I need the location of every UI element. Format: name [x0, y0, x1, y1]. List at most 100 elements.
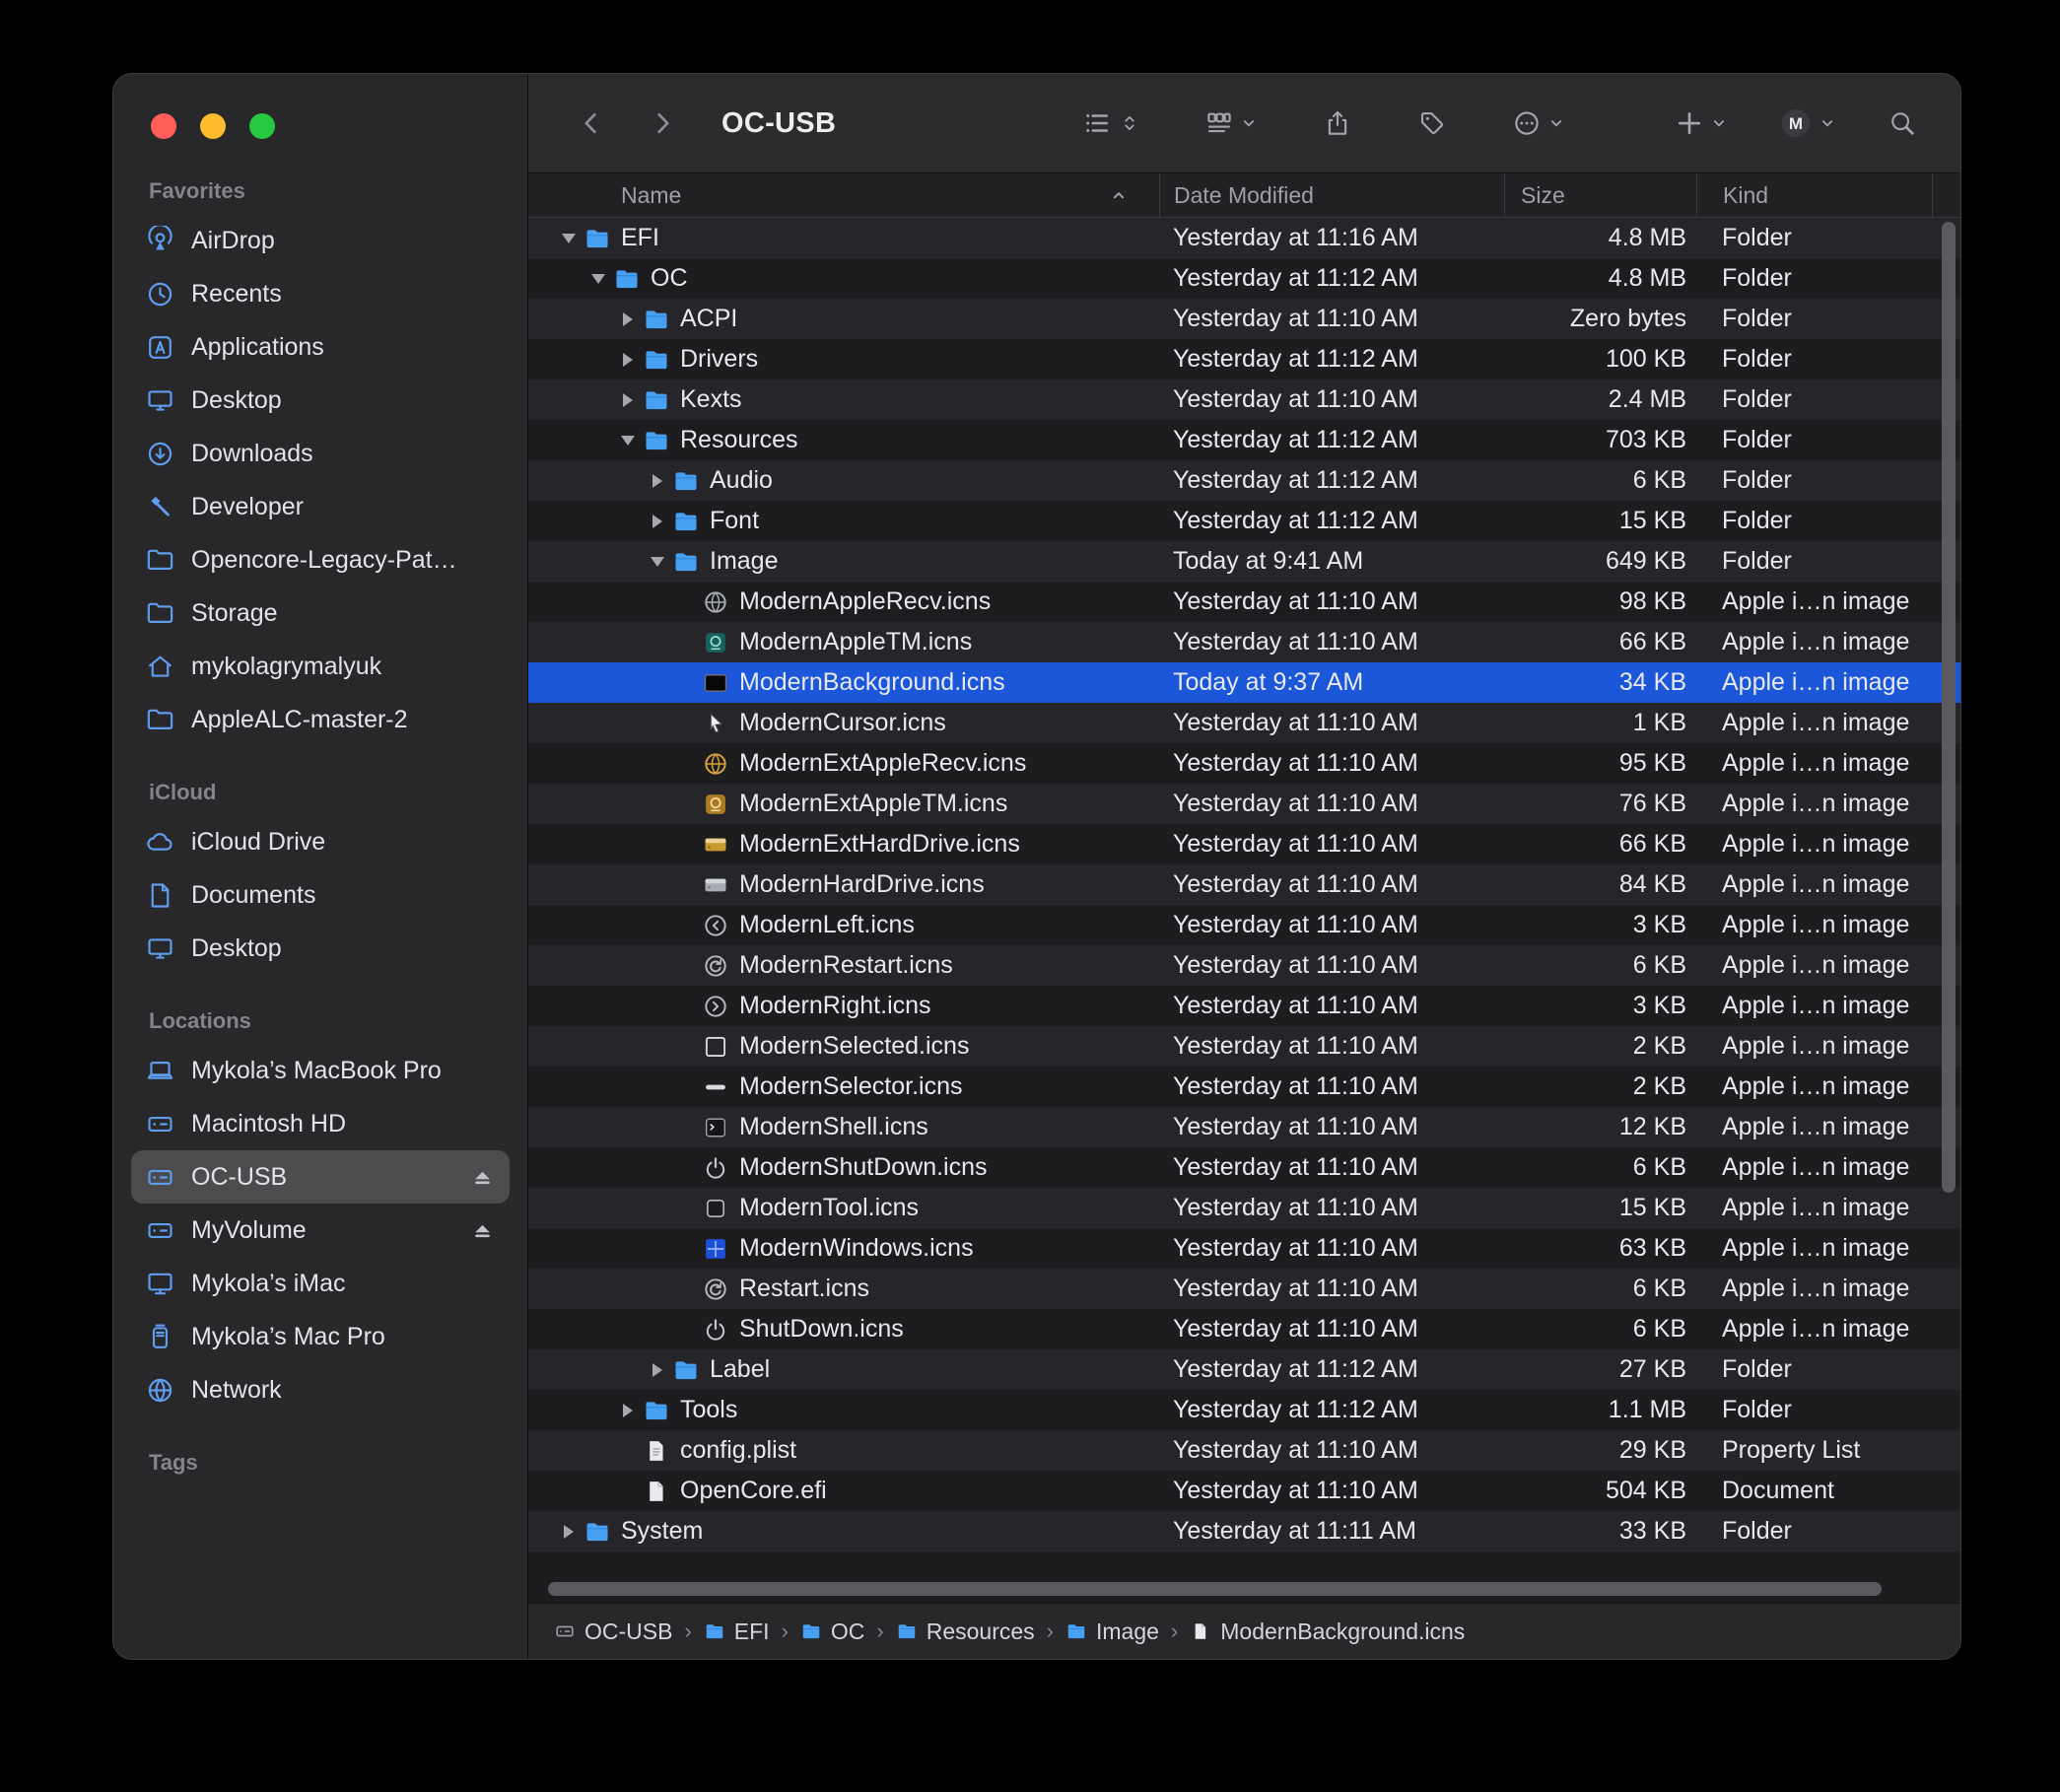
- file-row-modernshutdown-icns[interactable]: ModernShutDown.icnsYesterday at 11:10 AM…: [528, 1147, 1960, 1188]
- file-name-cell: ModernRight.icns: [528, 992, 1159, 1021]
- forward-button[interactable]: [649, 106, 676, 140]
- disclosure-closed-icon[interactable]: [613, 345, 643, 375]
- file-row-modernshell-icns[interactable]: ModernShell.icnsYesterday at 11:10 AM12 …: [528, 1107, 1960, 1147]
- file-row-restart-icns[interactable]: Restart.icnsYesterday at 11:10 AM6 KBApp…: [528, 1269, 1960, 1309]
- disclosure-closed-icon[interactable]: [613, 385, 643, 415]
- sidebar-item-mykola-s-macbook-pro[interactable]: Mykola’s MacBook Pro: [131, 1044, 510, 1097]
- file-row-system[interactable]: SystemYesterday at 11:11 AM33 KBFolder: [528, 1511, 1960, 1551]
- disclosure-closed-icon[interactable]: [643, 466, 672, 496]
- file-row-modernapplerecv-icns[interactable]: ModernAppleRecv.icnsYesterday at 11:10 A…: [528, 582, 1960, 622]
- group-by-menu[interactable]: [1204, 108, 1258, 138]
- file-row-efi[interactable]: EFIYesterday at 11:16 AM4.8 MBFolder: [528, 218, 1960, 258]
- vertical-scrollbar[interactable]: [1942, 222, 1956, 1193]
- sidebar-item-mykolagrymalyuk[interactable]: mykolagrymalyuk: [131, 640, 510, 693]
- file-row-label[interactable]: LabelYesterday at 11:12 AM27 KBFolder: [528, 1349, 1960, 1390]
- file-row-modernwindows-icns[interactable]: ModernWindows.icnsYesterday at 11:10 AM6…: [528, 1228, 1960, 1269]
- file-row-modernharddrive-icns[interactable]: ModernHardDrive.icnsYesterday at 11:10 A…: [528, 864, 1960, 905]
- sidebar-item-desktop[interactable]: Desktop: [131, 922, 510, 975]
- column-header-size[interactable]: Size: [1504, 173, 1696, 217]
- file-row-moderntool-icns[interactable]: ModernTool.icnsYesterday at 11:10 AM15 K…: [528, 1188, 1960, 1228]
- file-row-font[interactable]: FontYesterday at 11:12 AM15 KBFolder: [528, 501, 1960, 541]
- file-row-modernappletm-icns[interactable]: ModernAppleTM.icnsYesterday at 11:10 AM6…: [528, 622, 1960, 662]
- file-kind: Folder: [1696, 466, 1960, 495]
- sidebar-item-oc-usb[interactable]: OC-USB: [131, 1150, 510, 1204]
- tags-button[interactable]: [1417, 108, 1447, 138]
- sidebar-item-myvolume[interactable]: MyVolume: [131, 1204, 510, 1257]
- column-header-kind[interactable]: Kind: [1696, 173, 1932, 217]
- column-header-date-modified[interactable]: Date Modified: [1159, 173, 1504, 217]
- view-switcher[interactable]: [1082, 108, 1139, 138]
- file-row-modernextapplerecv-icns[interactable]: ModernExtAppleRecv.icnsYesterday at 11:1…: [528, 743, 1960, 784]
- file-kind: Folder: [1696, 224, 1960, 252]
- disclosure-open-icon[interactable]: [643, 547, 672, 577]
- file-row-modernrestart-icns[interactable]: ModernRestart.icnsYesterday at 11:10 AM6…: [528, 945, 1960, 986]
- sidebar-item-applealc-master-2[interactable]: AppleALC-master-2: [131, 693, 510, 746]
- file-row-acpi[interactable]: ACPIYesterday at 11:10 AMZero bytesFolde…: [528, 299, 1960, 339]
- disclosure-closed-icon[interactable]: [613, 1396, 643, 1425]
- search-button[interactable]: [1888, 108, 1917, 138]
- sidebar-item-mykola-s-mac-pro[interactable]: Mykola’s Mac Pro: [131, 1310, 510, 1363]
- circle-restart-icon: [702, 1275, 729, 1303]
- file-row-resources[interactable]: ResourcesYesterday at 11:12 AM703 KBFold…: [528, 420, 1960, 460]
- file-row-oc[interactable]: OCYesterday at 11:12 AM4.8 MBFolder: [528, 258, 1960, 299]
- file-row-config-plist[interactable]: config.plistYesterday at 11:10 AM29 KBPr…: [528, 1430, 1960, 1471]
- column-header-name[interactable]: Name: [528, 173, 1159, 217]
- file-row-moderncursor-icns[interactable]: ModernCursor.icnsYesterday at 11:10 AM1 …: [528, 703, 1960, 743]
- file-row-modernright-icns[interactable]: ModernRight.icnsYesterday at 11:10 AM3 K…: [528, 986, 1960, 1026]
- file-row-drivers[interactable]: DriversYesterday at 11:12 AM100 KBFolder: [528, 339, 1960, 379]
- minimize-button[interactable]: [200, 113, 226, 139]
- sidebar-item-mykola-s-imac[interactable]: Mykola’s iMac: [131, 1257, 510, 1310]
- sidebar-item-network[interactable]: Network: [131, 1363, 510, 1416]
- file-row-tools[interactable]: ToolsYesterday at 11:12 AM1.1 MBFolder: [528, 1390, 1960, 1430]
- sidebar-item-desktop[interactable]: Desktop: [131, 374, 510, 427]
- account-menu[interactable]: M: [1779, 106, 1836, 140]
- share-button[interactable]: [1323, 108, 1352, 138]
- zoom-button[interactable]: [249, 113, 275, 139]
- sidebar-item-macintosh-hd[interactable]: Macintosh HD: [131, 1097, 510, 1150]
- file-name: ModernRight.icns: [739, 992, 931, 1020]
- add-menu[interactable]: [1675, 108, 1728, 138]
- more-actions-menu[interactable]: [1512, 108, 1565, 138]
- file-row-modernselector-icns[interactable]: ModernSelector.icnsYesterday at 11:10 AM…: [528, 1067, 1960, 1107]
- breadcrumb-item-resources[interactable]: Resources: [896, 1619, 1035, 1645]
- close-button[interactable]: [151, 113, 176, 139]
- file-name: Resources: [680, 426, 798, 454]
- sidebar-item-applications[interactable]: Applications: [131, 320, 510, 374]
- back-button[interactable]: [578, 106, 605, 140]
- file-row-image[interactable]: ImageToday at 9:41 AM649 KBFolder: [528, 541, 1960, 582]
- file-row-modernextappletm-icns[interactable]: ModernExtAppleTM.icnsYesterday at 11:10 …: [528, 784, 1960, 824]
- disclosure-open-icon[interactable]: [554, 224, 584, 253]
- file-row-modernleft-icns[interactable]: ModernLeft.icnsYesterday at 11:10 AM3 KB…: [528, 905, 1960, 945]
- sidebar-item-airdrop[interactable]: AirDrop: [131, 214, 510, 267]
- doc-outline-icon: [145, 880, 175, 911]
- disclosure-closed-icon[interactable]: [613, 305, 643, 334]
- sidebar-item-recents[interactable]: Recents: [131, 267, 510, 320]
- file-row-kexts[interactable]: KextsYesterday at 11:10 AM2.4 MBFolder: [528, 379, 1960, 420]
- file-row-modernextharddrive-icns[interactable]: ModernExtHardDrive.icnsYesterday at 11:1…: [528, 824, 1960, 864]
- eject-icon[interactable]: [469, 1164, 496, 1191]
- disclosure-open-icon[interactable]: [613, 426, 643, 455]
- disclosure-closed-icon[interactable]: [643, 1355, 672, 1385]
- sidebar-item-icloud-drive[interactable]: iCloud Drive: [131, 815, 510, 868]
- breadcrumb-item-oc-usb[interactable]: OC-USB: [554, 1619, 672, 1645]
- disclosure-closed-icon[interactable]: [554, 1517, 584, 1547]
- file-row-modernselected-icns[interactable]: ModernSelected.icnsYesterday at 11:10 AM…: [528, 1026, 1960, 1067]
- file-row-audio[interactable]: AudioYesterday at 11:12 AM6 KBFolder: [528, 460, 1960, 501]
- file-row-modernbackground-icns[interactable]: ModernBackground.icnsToday at 9:37 AM34 …: [528, 662, 1960, 703]
- sidebar-item-storage[interactable]: Storage: [131, 586, 510, 640]
- sidebar-item-documents[interactable]: Documents: [131, 868, 510, 922]
- horizontal-scrollbar[interactable]: [548, 1582, 1882, 1596]
- file-row-shutdown-icns[interactable]: ShutDown.icnsYesterday at 11:10 AM6 KBAp…: [528, 1309, 1960, 1349]
- disclosure-open-icon[interactable]: [584, 264, 613, 294]
- eject-icon[interactable]: [469, 1217, 496, 1244]
- breadcrumb-item-efi[interactable]: EFI: [704, 1619, 770, 1645]
- disclosure-closed-icon[interactable]: [643, 507, 672, 536]
- file-row-opencore-efi[interactable]: OpenCore.efiYesterday at 11:10 AM504 KBD…: [528, 1471, 1960, 1511]
- breadcrumb-item-modernbackground-icns[interactable]: ModernBackground.icns: [1190, 1619, 1465, 1645]
- folder-icon: [672, 508, 700, 535]
- breadcrumb-item-image[interactable]: Image: [1065, 1619, 1159, 1645]
- sidebar-item-opencore-legacy-pat[interactable]: Opencore-Legacy-Pat…: [131, 533, 510, 586]
- sidebar-item-downloads[interactable]: Downloads: [131, 427, 510, 480]
- sidebar-item-developer[interactable]: Developer: [131, 480, 510, 533]
- breadcrumb-item-oc[interactable]: OC: [800, 1619, 865, 1645]
